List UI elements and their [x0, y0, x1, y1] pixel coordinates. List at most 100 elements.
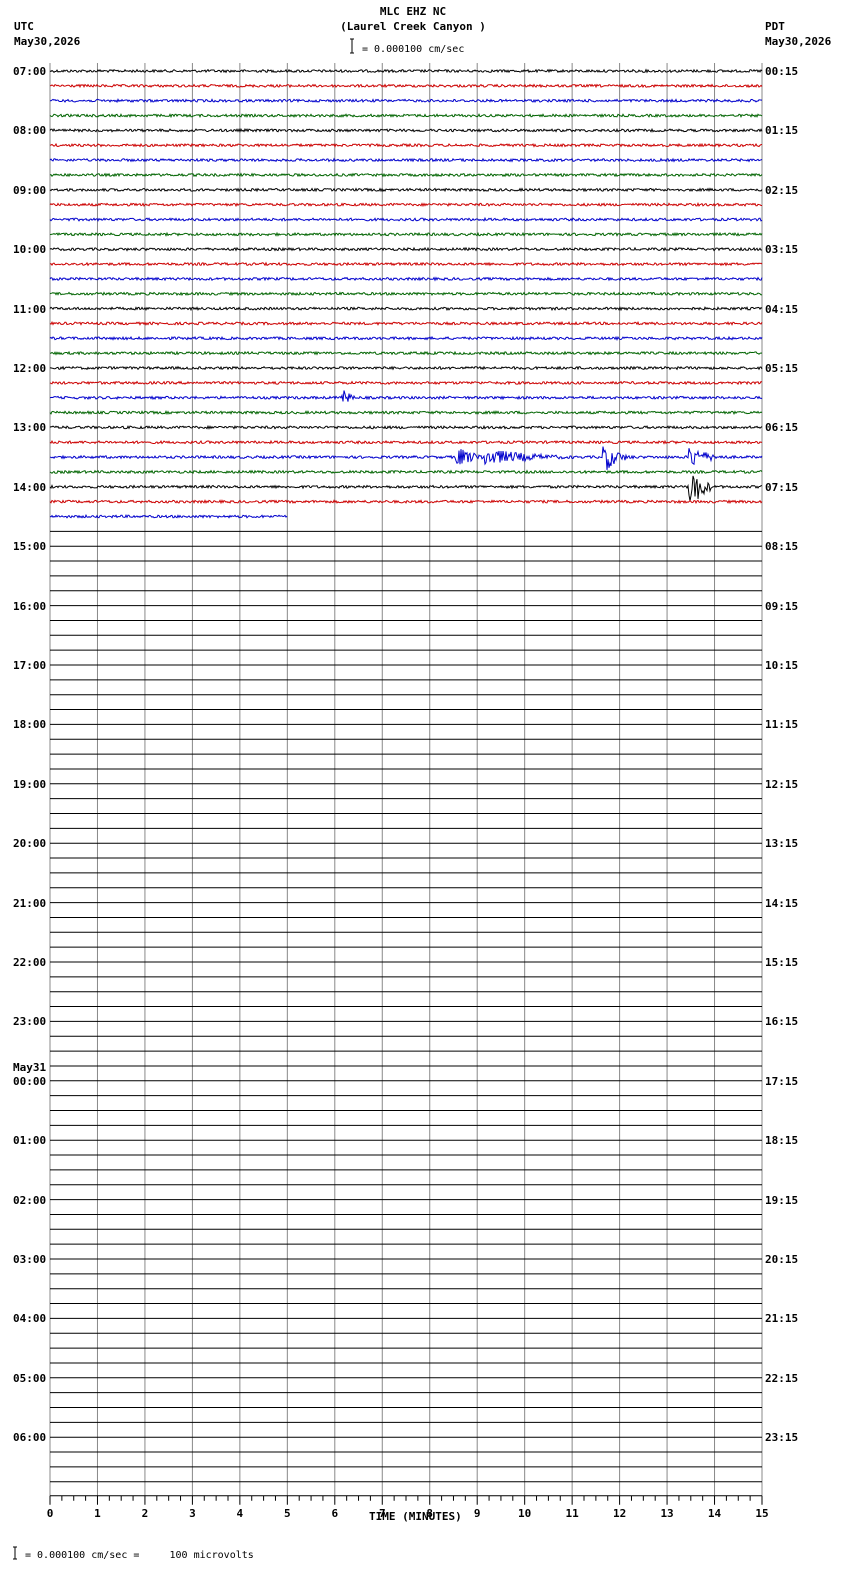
trace-row — [49, 83, 763, 89]
left-hour-label: 11:00 — [13, 302, 47, 316]
seismogram-plot: 0 1 2 3 4 5 6 7 8 9 10 11 12 13 14 15 — [13, 38, 769, 1560]
right-hour-label: 18:15 — [765, 1134, 799, 1148]
trace-row — [49, 157, 763, 163]
right-hour-label: 13:15 — [765, 837, 799, 851]
right-hour-label: 23:15 — [765, 1431, 799, 1445]
right-hour-label: 12:15 — [765, 777, 799, 791]
left-hour-label: 22:00 — [13, 956, 47, 969]
left-hour-label: 21:00 — [13, 896, 47, 910]
station-title: MLC EHZ NC — [379, 5, 447, 18]
seismic-traces — [49, 68, 763, 519]
trace-row — [49, 439, 763, 445]
scale-label: = 0.000100 cm/sec — [362, 44, 465, 55]
x-tick-label: 9 — [474, 1507, 481, 1520]
right-hour-label: 15:15 — [765, 956, 799, 969]
station-location: (Laurel Creek Canyon ) — [340, 20, 486, 33]
left-hour-label: 00:00 — [13, 1074, 47, 1088]
left-hour-label: 01:00 — [13, 1134, 47, 1148]
x-tick-label: 4 — [237, 1507, 244, 1520]
x-tick-label: 12 — [613, 1507, 626, 1520]
right-hour-label: 08:15 — [765, 540, 799, 554]
x-tick-label: 3 — [189, 1507, 196, 1520]
x-tick-label: 1 — [94, 1507, 101, 1520]
right-hour-label: 02:15 — [765, 183, 799, 197]
right-hour-label: 19:15 — [765, 1193, 799, 1207]
trace-row — [49, 231, 763, 237]
left-hour-label: 17:00 — [13, 659, 47, 672]
x-tick-label: 10 — [518, 1507, 531, 1520]
trace-row — [49, 365, 763, 371]
left-hour-label: 10:00 — [13, 243, 47, 257]
trace-row — [49, 499, 763, 505]
trace-row — [49, 306, 763, 312]
left-hour-label: 19:00 — [13, 777, 47, 791]
x-tick-label: 5 — [284, 1507, 291, 1520]
trace-row — [49, 172, 763, 178]
trace-row — [49, 469, 763, 475]
right-hour-label: 07:15 — [765, 480, 799, 494]
right-hour-label: 04:15 — [765, 302, 799, 316]
trace-row — [49, 246, 763, 252]
right-date: May30,2026 — [765, 35, 832, 48]
left-hour-label: 09:00 — [13, 183, 47, 197]
trace-row — [49, 142, 763, 148]
trace-row — [49, 187, 763, 193]
trace-row — [49, 202, 762, 208]
x-tick-label: 6 — [331, 1507, 338, 1520]
right-hour-label: 22:15 — [765, 1371, 799, 1385]
trace-row — [49, 113, 763, 119]
x-tick-label: 13 — [660, 1507, 673, 1520]
trace-row — [49, 424, 763, 430]
trace-row — [49, 514, 288, 519]
x-tick-label: 14 — [708, 1507, 722, 1520]
right-hour-label: 10:15 — [765, 659, 799, 672]
left-hour-label: 13:00 — [13, 421, 47, 435]
trace-row — [49, 380, 763, 386]
trace-row — [49, 409, 763, 416]
x-tick-label: 0 — [47, 1507, 54, 1520]
trace-row — [50, 98, 763, 104]
x-tick-label: 11 — [566, 1507, 580, 1520]
footer-scale-note: = 0.000100 cm/sec = 100 microvolts — [25, 1550, 254, 1561]
right-hour-label: 20:15 — [765, 1253, 799, 1266]
right-hour-label: 16:15 — [765, 1015, 799, 1029]
right-hour-label: 11:15 — [765, 718, 799, 732]
right-hour-label: 21:15 — [765, 1312, 799, 1326]
right-timezone: PDT — [765, 20, 785, 33]
left-hour-label: 06:00 — [13, 1431, 47, 1445]
right-hour-label: 01:15 — [765, 124, 799, 138]
left-hour-label: 12:00 — [13, 362, 47, 375]
trace-row — [49, 276, 763, 282]
left-hour-label: 23:00 — [13, 1015, 47, 1029]
right-hour-label: 00:15 — [765, 65, 799, 78]
trace-row — [49, 216, 763, 222]
left-hour-label: 05:00 — [13, 1371, 47, 1385]
right-hour-label: 14:15 — [765, 896, 799, 910]
date-change-label: May31 — [13, 1060, 47, 1074]
trace-row — [49, 291, 763, 297]
trace-row — [49, 261, 763, 267]
x-axis-title: TIME (MINUTES) — [369, 1510, 462, 1523]
right-hour-label: 17:15 — [765, 1074, 799, 1088]
trace-row — [49, 127, 763, 133]
trace-row — [49, 68, 763, 74]
left-date: May30,2026 — [14, 35, 81, 48]
right-hour-label: 03:15 — [765, 243, 799, 257]
trace-row — [49, 475, 763, 501]
left-hour-label: 15:00 — [13, 540, 47, 554]
x-tick-label: 2 — [142, 1507, 149, 1520]
left-hour-label: 18:00 — [13, 718, 47, 732]
trace-row — [49, 446, 763, 470]
trace-row — [49, 320, 763, 326]
left-hour-label: 16:00 — [13, 599, 47, 613]
left-hour-label: 04:00 — [13, 1312, 47, 1326]
left-hour-label: 07:00 — [13, 65, 47, 78]
left-hour-label: 08:00 — [13, 124, 47, 138]
right-hour-label: 09:15 — [765, 599, 799, 613]
trace-row — [49, 390, 763, 402]
right-hour-label: 06:15 — [765, 421, 799, 435]
left-hour-label: 20:00 — [13, 837, 47, 851]
left-hour-label: 02:00 — [13, 1193, 47, 1207]
trace-row — [49, 335, 763, 341]
left-hour-label: 03:00 — [13, 1253, 47, 1266]
